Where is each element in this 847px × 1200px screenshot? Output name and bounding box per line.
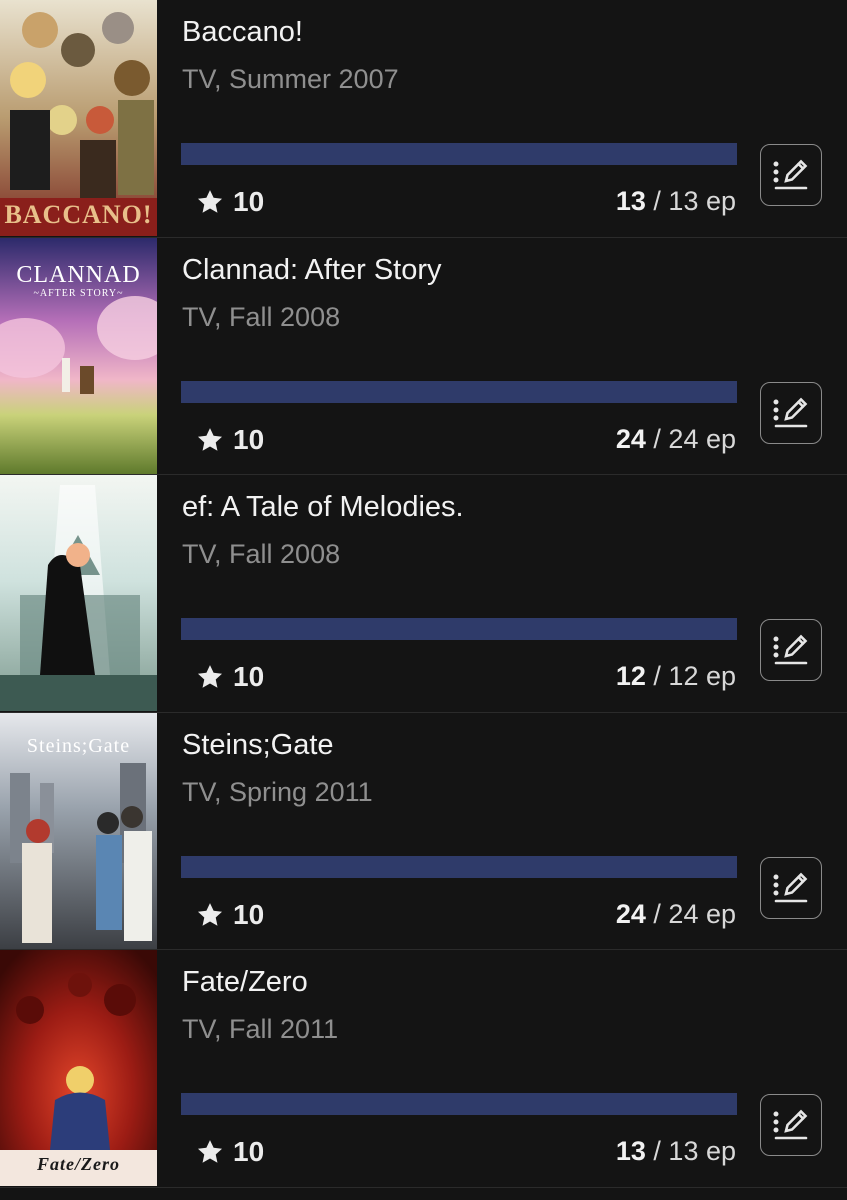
anime-meta: TV, Fall 2008 [182, 301, 341, 332]
episodes-total: / 12 ep [653, 661, 736, 691]
anime-title[interactable]: Steins;Gate [182, 729, 334, 762]
anime-meta: TV, Summer 2007 [182, 64, 399, 94]
edit-list-icon [773, 872, 808, 902]
score-value: 10 [233, 661, 265, 692]
cover-image[interactable]: Fate/Zero [0, 950, 157, 1186]
episodes-total: / 13 ep [653, 186, 736, 216]
episode-count: 12 / 12 ep [616, 661, 736, 692]
episodes-watched: 24 [615, 423, 646, 454]
episodes-watched: 13 [615, 1136, 646, 1166]
list-item[interactable]: BACCANO! Baccano! TV, Summer 2007 10 13 … [0, 0, 847, 238]
score-value: 10 [233, 898, 265, 930]
cover-logo: Fate/Zero [37, 1154, 120, 1174]
edit-list-icon [773, 1109, 808, 1140]
score-value: 10 [233, 186, 265, 217]
score-value: 10 [233, 1136, 265, 1167]
anime-title[interactable]: Fate/Zero [182, 966, 308, 999]
score: 10 [196, 661, 264, 693]
star-icon [196, 188, 224, 216]
edit-entry-button[interactable] [760, 1094, 822, 1156]
episodes-watched: 13 [615, 186, 646, 216]
star-icon [196, 663, 224, 691]
list-item[interactable]: CLANNAD ~AFTER STORY~ Clannad: After Sto… [0, 237, 847, 475]
star-icon [196, 426, 224, 454]
progress-bar [181, 143, 737, 165]
progress-fill [181, 143, 737, 165]
episodes-total: / 24 ep [653, 898, 736, 929]
edit-list-icon [773, 397, 808, 427]
progress-fill [181, 1093, 737, 1115]
list-item[interactable]: Steins;Gate Steins;Gate TV, Spring 2011 … [0, 712, 847, 950]
star-icon [196, 901, 224, 929]
score-value: 10 [233, 423, 265, 455]
anime-title[interactable]: Clannad: After Story [182, 254, 442, 287]
episode-count: 13 / 13 ep [616, 186, 736, 217]
edit-list-icon [773, 634, 808, 665]
progress-bar [181, 1093, 737, 1115]
episodes-total: / 24 ep [653, 423, 736, 454]
episode-count: 24 / 24 ep [616, 424, 736, 455]
score: 10 [196, 1136, 264, 1168]
anime-meta: TV, Fall 2011 [182, 1014, 339, 1044]
edit-entry-button[interactable] [760, 856, 822, 919]
episodes-watched: 24 [615, 898, 646, 929]
anime-title[interactable]: Baccano! [182, 16, 303, 49]
progress-bar [181, 855, 737, 878]
progress-fill [181, 380, 737, 403]
cover-image[interactable]: BACCANO! [0, 0, 157, 236]
anime-list: BACCANO! Baccano! TV, Summer 2007 10 13 … [0, 0, 847, 1188]
cover-image[interactable] [0, 475, 157, 711]
progress-fill [181, 855, 737, 878]
cover-logo: Steins;Gate [26, 734, 131, 757]
episode-count: 13 / 13 ep [616, 1136, 736, 1167]
star-icon [196, 1138, 224, 1166]
episodes-total: / 13 ep [653, 1136, 736, 1166]
cover-logo-subtitle: ~AFTER STORY~ [33, 287, 124, 299]
cover-logo: CLANNAD [16, 261, 141, 288]
cover-image[interactable]: CLANNAD ~AFTER STORY~ [0, 237, 157, 474]
edit-entry-button[interactable] [760, 381, 822, 444]
progress-fill [181, 618, 737, 640]
anime-title[interactable]: ef: A Tale of Melodies. [182, 491, 464, 524]
cover-logo: BACCANO! [4, 200, 153, 229]
progress-bar [181, 380, 737, 403]
list-item[interactable]: ef: A Tale of Melodies. TV, Fall 2008 10… [0, 475, 847, 713]
score: 10 [196, 899, 264, 931]
episodes-watched: 12 [615, 661, 646, 691]
edit-entry-button[interactable] [760, 619, 822, 681]
score: 10 [196, 424, 264, 456]
score: 10 [196, 186, 264, 218]
edit-list-icon [773, 159, 808, 190]
episode-count: 24 / 24 ep [616, 899, 736, 930]
progress-bar [181, 618, 737, 640]
cover-image[interactable]: Steins;Gate [0, 712, 157, 949]
anime-meta: TV, Spring 2011 [182, 776, 373, 807]
anime-meta: TV, Fall 2008 [182, 539, 341, 569]
edit-entry-button[interactable] [760, 144, 822, 206]
list-item[interactable]: Fate/Zero Fate/Zero TV, Fall 2011 10 13 … [0, 950, 847, 1188]
